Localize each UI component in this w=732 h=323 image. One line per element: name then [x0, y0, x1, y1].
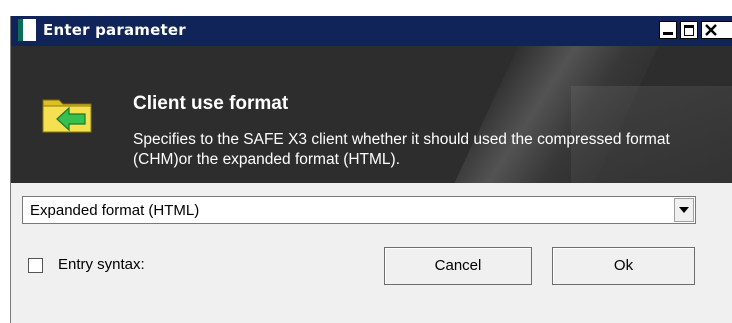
close-icon: [705, 24, 717, 36]
app-icon: [18, 19, 36, 41]
cancel-button[interactable]: Cancel: [384, 247, 532, 285]
dropdown-button[interactable]: [674, 198, 694, 222]
window-title: Enter parameter: [43, 21, 186, 39]
enter-parameter-dialog: Enter parameter Client use format Specif…: [10, 16, 732, 323]
ok-button[interactable]: Ok: [552, 247, 695, 285]
title-bar[interactable]: Enter parameter: [11, 16, 732, 46]
entry-syntax-label: Entry syntax:: [58, 256, 145, 273]
format-select[interactable]: Expanded format (HTML): [22, 196, 696, 224]
maximize-button[interactable]: [680, 21, 698, 39]
parameter-description: Specifies to the SAFE X3 client whether …: [133, 131, 670, 168]
chevron-down-icon: [679, 207, 689, 213]
minimize-button[interactable]: [659, 21, 677, 39]
parameter-header: Client use format Specifies to the SAFE …: [11, 46, 732, 183]
close-button[interactable]: [701, 21, 732, 39]
folder-arrow-icon: [42, 99, 92, 133]
entry-syntax-checkbox[interactable]: [28, 258, 43, 273]
format-select-value: Expanded format (HTML): [30, 202, 200, 219]
parameter-title: Client use format: [133, 93, 289, 114]
